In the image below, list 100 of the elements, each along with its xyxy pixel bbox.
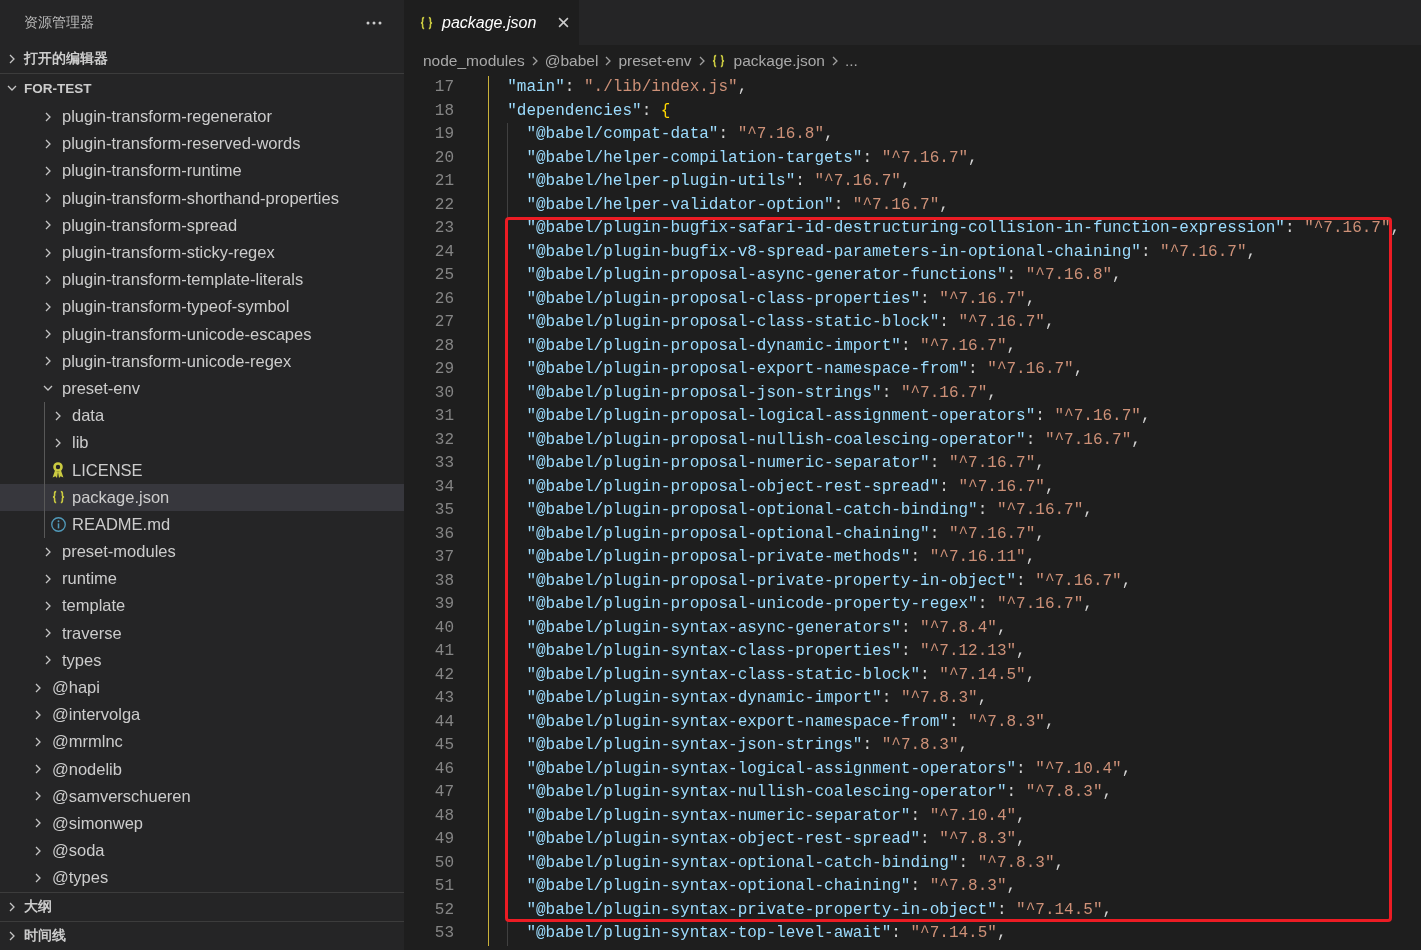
chevron-right-icon — [531, 55, 538, 66]
line-number: 42 — [433, 664, 455, 686]
line-number: 45 — [433, 735, 455, 756]
code-line: "@babel/plugin-proposal-nullish-coalescing-operator": "^7.16.7", — [526, 429, 1141, 451]
line-number: 40 — [433, 617, 455, 639]
tree-item[interactable]: @nodelib — [0, 755, 404, 783]
code-line: "@babel/plugin-proposal-dynamic-import": "^7.16.7", — [526, 335, 1017, 357]
breadcrumb-item[interactable]: node_modules — [423, 51, 525, 70]
code-line: "@babel/helper-compilation-targets": "^7.16.7", — [526, 147, 978, 169]
ribbon-icon — [52, 462, 64, 479]
code-line: "@babel/plugin-syntax-optional-chaining": "^7.8.3", — [526, 876, 1017, 897]
code-line: "@babel/plugin-proposal-logical-assignment-operators": "^7.16.7", — [526, 406, 1151, 427]
tree-item[interactable]: @soda — [0, 837, 404, 865]
tree-item[interactable]: plugin-transform-reserved-words — [0, 130, 404, 158]
tree-item[interactable]: @intervolga — [0, 701, 404, 729]
more-icon[interactable] — [366, 20, 382, 25]
section-header[interactable]: FOR-TEST — [0, 74, 404, 102]
tree-item[interactable]: @types — [0, 864, 404, 892]
tree-item[interactable]: data — [0, 402, 404, 430]
tree-item[interactable]: runtime — [0, 565, 404, 593]
tree-item[interactable]: lib — [0, 429, 404, 457]
breadcrumb-item[interactable]: package.json — [711, 51, 825, 70]
tree-item[interactable]: @samverschueren — [0, 782, 404, 810]
line-number: 32 — [433, 429, 455, 451]
tree-item[interactable]: @simonwep — [0, 809, 404, 838]
code-line: "@babel/plugin-syntax-class-properties": "^7.12.13", — [526, 641, 1026, 662]
tree-item[interactable]: plugin-transform-unicode-regex — [0, 347, 404, 375]
tree-item[interactable]: preset-modules — [0, 538, 404, 566]
tree-item[interactable]: README.md — [0, 510, 404, 538]
line-number: 48 — [433, 805, 455, 827]
code-line: "@babel/plugin-proposal-export-namespace-from": "^7.16.7", — [526, 359, 1084, 380]
tree-item[interactable]: plugin-transform-regenerator — [0, 103, 404, 131]
code-line: "@babel/plugin-bugfix-v8-spread-parameters-in-optional-chaining": "^7.16.7", — [526, 241, 1257, 263]
tree-item[interactable]: traverse — [0, 619, 404, 647]
tree-item[interactable]: plugin-transform-shorthand-properties — [0, 184, 404, 212]
line-number: 26 — [433, 288, 455, 310]
line-number: 34 — [433, 476, 455, 498]
line-number: 24 — [433, 241, 455, 263]
code-line: "@babel/plugin-syntax-private-property-in-object": "^7.14.5", — [526, 899, 1113, 921]
line-number: 36 — [433, 523, 455, 545]
braces-icon — [711, 53, 725, 68]
line-number: 22 — [433, 194, 455, 216]
line-number: 43 — [433, 688, 455, 709]
tree-item[interactable]: @hapi — [0, 673, 404, 702]
line-number: 47 — [433, 782, 455, 803]
line-number: 18 — [433, 100, 455, 122]
code-line: "@babel/plugin-syntax-dynamic-import": "^7.8.3", — [526, 688, 988, 709]
tree-item[interactable]: plugin-transform-unicode-escapes — [0, 320, 404, 348]
line-number: 30 — [433, 382, 455, 404]
code-line: "@babel/compat-data": "^7.16.8", — [526, 124, 834, 145]
code-line: "@babel/plugin-syntax-json-strings": "^7.8.3", — [526, 735, 969, 756]
code-line: "@babel/plugin-syntax-optional-catch-binding": "^7.8.3", — [526, 852, 1065, 874]
tree-item[interactable]: plugin-transform-template-literals — [0, 266, 404, 294]
line-number: 23 — [433, 218, 455, 239]
breadcrumb-item[interactable]: ... — [844, 51, 858, 70]
line-number: 52 — [433, 899, 455, 921]
line-number: 44 — [433, 711, 455, 733]
line-number: 21 — [433, 171, 455, 192]
tree-item[interactable]: preset-env — [0, 374, 404, 403]
tree-item[interactable]: @mrmlnc — [0, 728, 404, 756]
code-line: "@babel/plugin-proposal-json-strings": "^7.16.7", — [526, 382, 997, 404]
tree-item[interactable]: LICENSE — [0, 456, 404, 484]
section-header[interactable]: 大纲 — [0, 893, 404, 921]
code-line: "@babel/plugin-proposal-numeric-separator": "^7.16.7", — [526, 453, 1045, 474]
code-line: "@babel/helper-validator-option": "^7.16.7", — [526, 194, 949, 216]
line-number: 19 — [433, 124, 455, 145]
tree-item[interactable]: plugin-transform-runtime — [0, 157, 404, 185]
code-line: "@babel/plugin-proposal-object-rest-spread": "^7.16.7", — [526, 476, 1055, 498]
editor-tab[interactable]: package.json — [404, 0, 580, 45]
code-line: "@babel/plugin-syntax-async-generators": "^7.8.4", — [526, 617, 1007, 639]
code-line: "@babel/plugin-syntax-numeric-separator": "^7.10.4", — [526, 805, 1026, 827]
code-line: "@babel/plugin-proposal-async-generator-functions": "^7.16.8", — [526, 265, 1122, 286]
braces-icon — [51, 490, 65, 505]
tree-item[interactable]: types — [0, 646, 404, 674]
code-line: "@babel/plugin-syntax-logical-assignment-operators": "^7.10.4", — [526, 758, 1132, 780]
chevron-right-icon — [605, 55, 612, 66]
tree-item[interactable]: plugin-transform-sticky-regex — [0, 238, 404, 267]
close-icon[interactable] — [558, 17, 570, 28]
tree-item[interactable]: plugin-transform-typeof-symbol — [0, 293, 404, 321]
tree-item[interactable]: template — [0, 592, 404, 620]
code-line: "@babel/plugin-syntax-class-static-block": "^7.14.5", — [526, 664, 1036, 686]
code-line: "@babel/plugin-proposal-unicode-property-regex": "^7.16.7", — [526, 594, 1093, 615]
line-number: 31 — [433, 406, 455, 427]
code-line: "@babel/helper-plugin-utils": "^7.16.7", — [526, 171, 911, 192]
line-number: 41 — [433, 641, 455, 662]
line-number: 49 — [433, 829, 455, 850]
section-header[interactable]: 时间线 — [0, 922, 404, 950]
code-line: "@babel/plugin-proposal-private-property-in-object": "^7.16.7", — [526, 570, 1132, 592]
code-line: "@babel/plugin-syntax-nullish-coalescing-operator": "^7.8.3", — [526, 782, 1113, 803]
line-number: 38 — [433, 570, 455, 592]
breadcrumb-item[interactable]: @babel — [544, 51, 599, 70]
tree-item[interactable]: plugin-transform-spread — [0, 211, 404, 239]
breadcrumb-item[interactable]: preset-env — [618, 51, 692, 70]
tree-item[interactable]: package.json — [0, 483, 404, 511]
line-number: 25 — [433, 265, 455, 286]
section-header[interactable]: 打开的编辑器 — [0, 45, 404, 73]
chevron-right-icon — [698, 55, 705, 66]
info-icon — [50, 516, 66, 532]
line-number: 53 — [433, 923, 455, 944]
chevron-right-icon — [831, 55, 838, 66]
